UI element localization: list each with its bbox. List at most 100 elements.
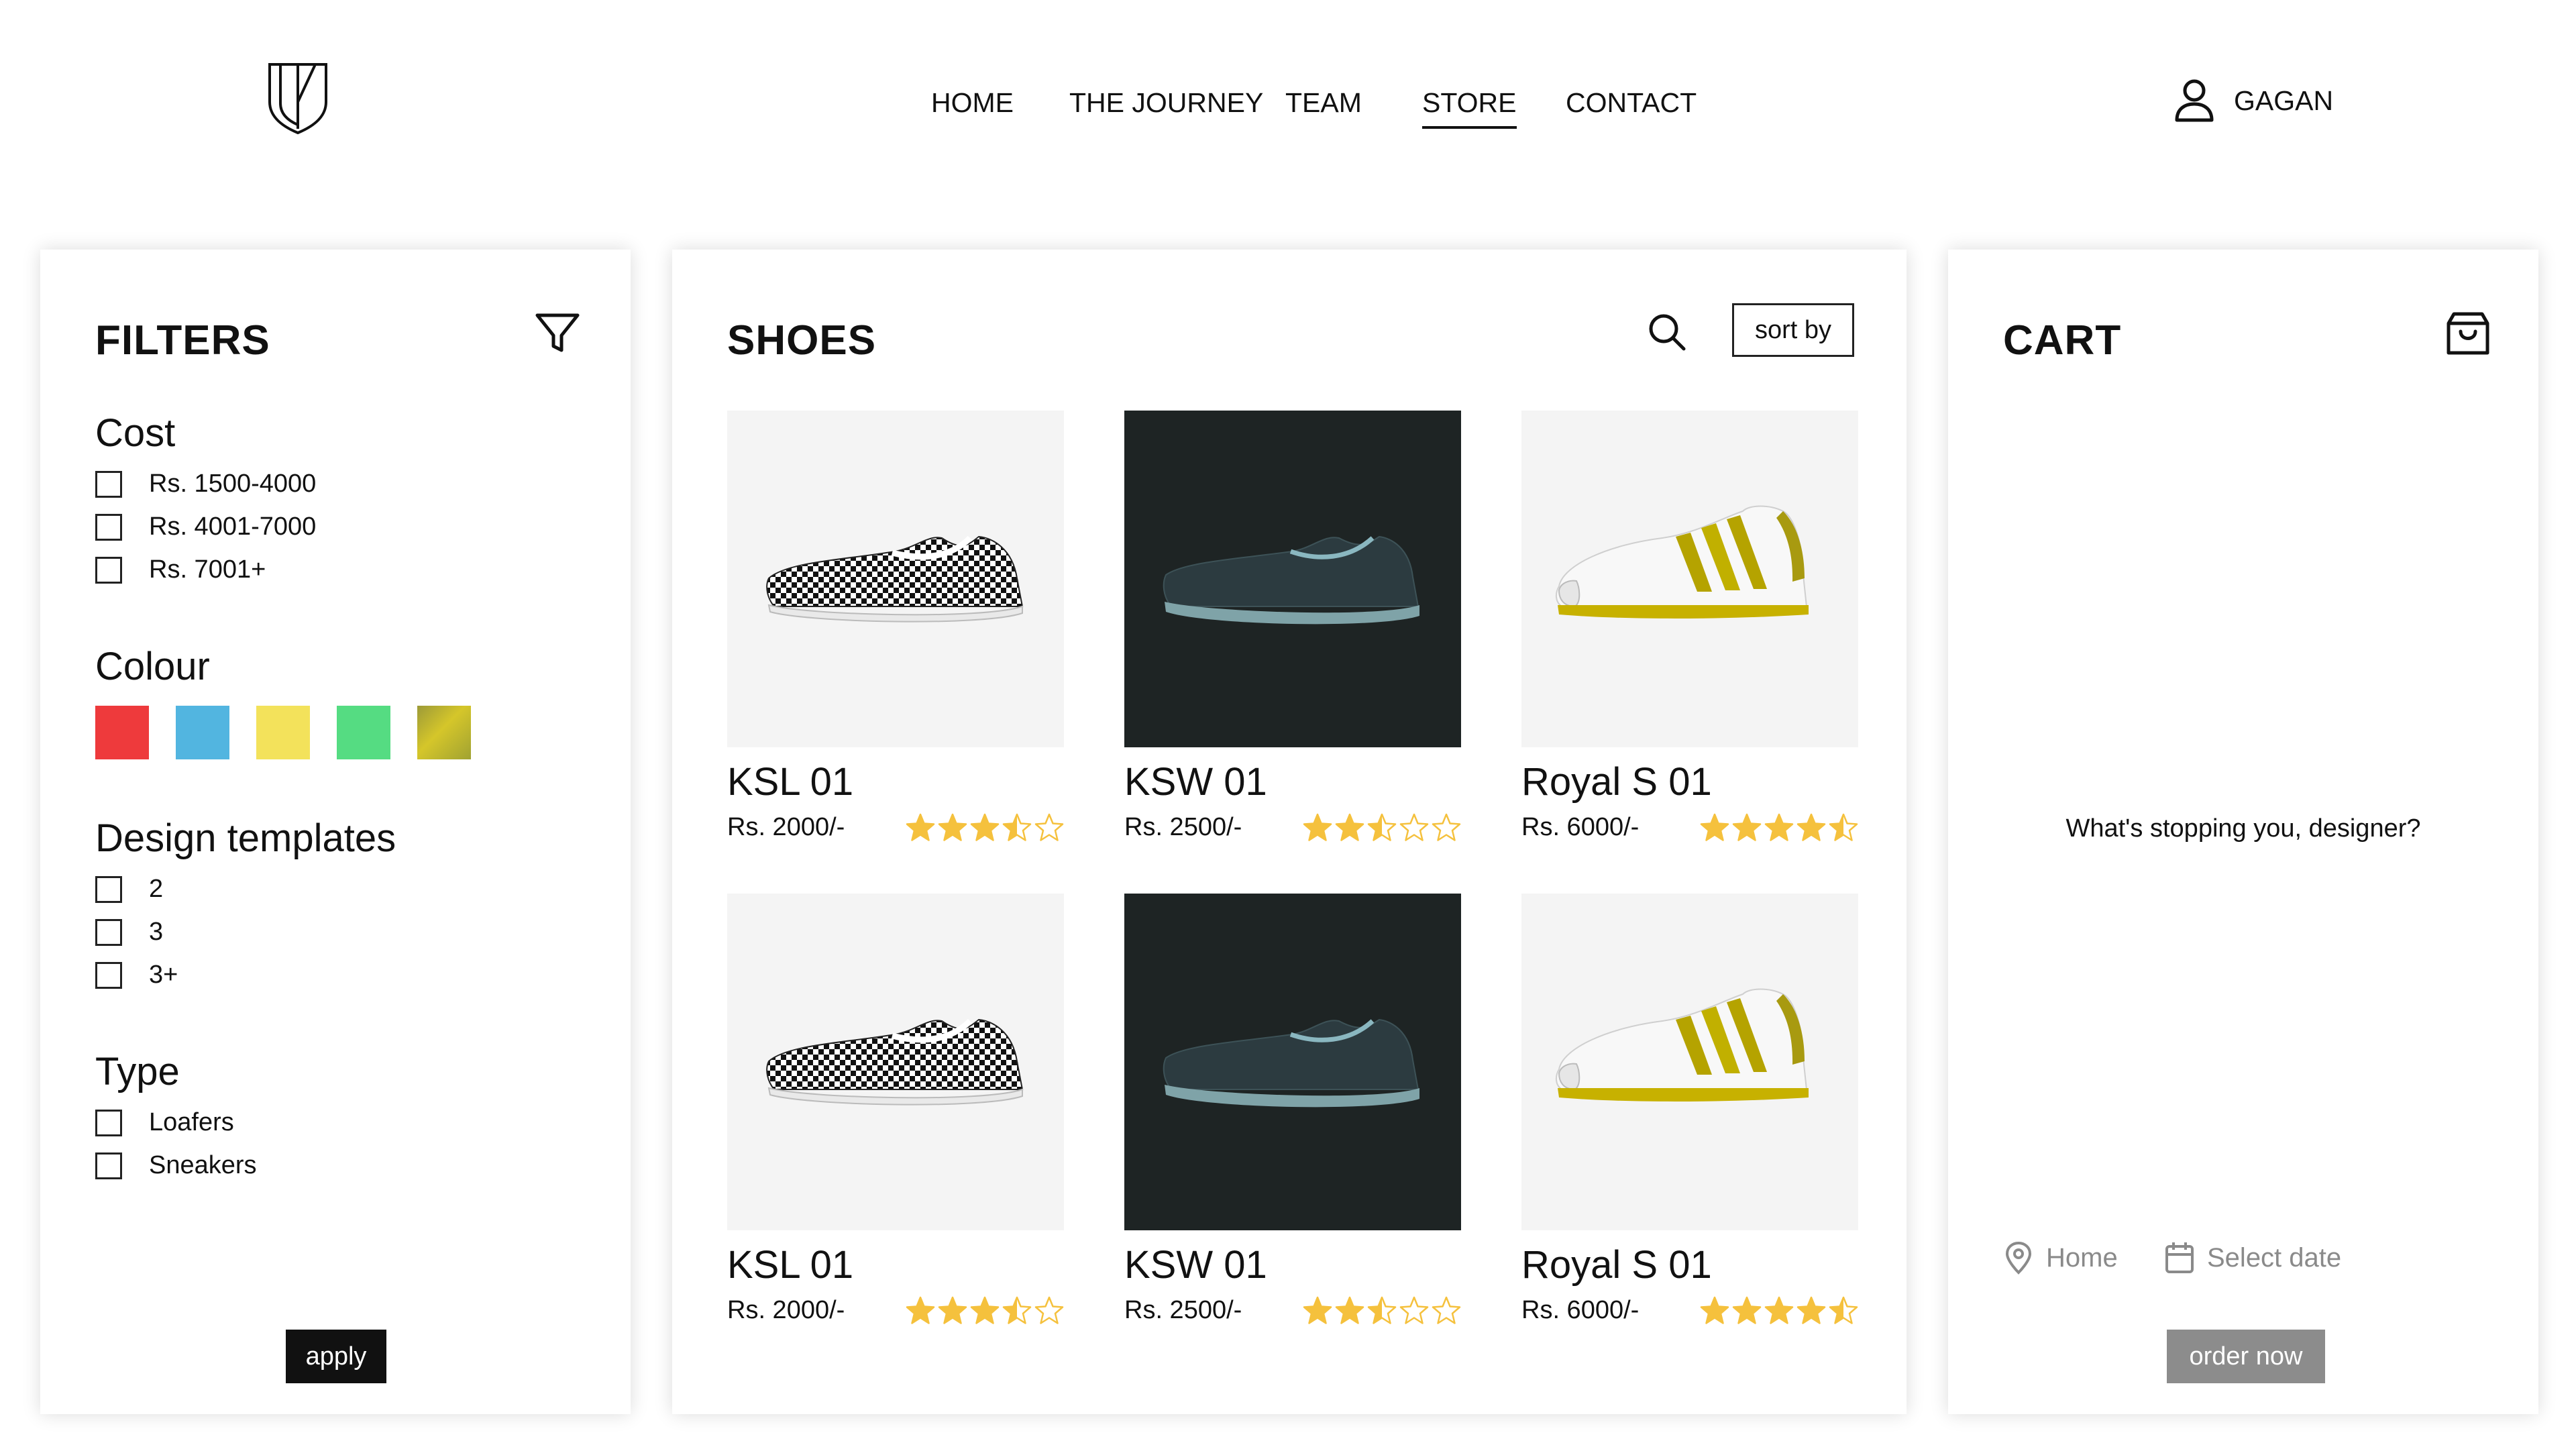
star-filled-icon	[1700, 813, 1729, 843]
type-option-sneakers[interactable]: Sneakers	[95, 1151, 257, 1180]
filters-title: FILTERS	[95, 317, 270, 364]
option-label: Rs. 7001+	[149, 555, 266, 584]
location-pin-icon	[2005, 1241, 2032, 1275]
template-option-3-plus[interactable]: 3+	[95, 961, 178, 989]
product-image[interactable]	[727, 411, 1064, 747]
swatch-green[interactable]	[337, 706, 390, 759]
star-filled-icon	[1303, 1296, 1332, 1326]
apply-button[interactable]: apply	[286, 1330, 386, 1383]
product-rating	[1303, 1296, 1461, 1326]
delivery-location[interactable]: Home	[2003, 1241, 2118, 1275]
colour-section-title: Colour	[95, 645, 210, 688]
delivery-date-picker[interactable]: Select date	[2164, 1241, 2341, 1275]
product-price: Rs. 2500/-	[1124, 813, 1242, 841]
checkbox[interactable]	[95, 918, 122, 946]
product-name: KSW 01	[1124, 1243, 1267, 1287]
cost-option-2[interactable]: Rs. 4001-7000	[95, 513, 316, 541]
product-price: Rs. 6000/-	[1521, 813, 1640, 841]
star-filled-icon	[1335, 813, 1364, 843]
option-label: 3	[149, 918, 164, 946]
star-half-icon	[1829, 813, 1858, 843]
user-name: GAGAN	[2234, 85, 2334, 116]
option-label: Sneakers	[149, 1151, 257, 1179]
checkbox[interactable]	[95, 1152, 122, 1179]
checkbox[interactable]	[95, 470, 122, 498]
swatch-yellow[interactable]	[256, 706, 310, 759]
star-empty-icon	[1432, 1296, 1461, 1326]
order-now-button[interactable]: order now	[2167, 1330, 2325, 1383]
nav-the-journey[interactable]: THE JOURNEY	[1069, 86, 1263, 119]
star-filled-icon	[938, 813, 967, 843]
product-card[interactable]: KSL 01 Rs. 2000/-	[727, 411, 1064, 841]
search-icon[interactable]	[1645, 310, 1689, 354]
product-card[interactable]: KSW 01 Rs. 2500/-	[1124, 894, 1461, 1324]
design-templates-section-title: Design templates	[95, 816, 396, 860]
option-label: 3+	[149, 961, 178, 989]
star-half-icon	[1367, 1296, 1397, 1326]
star-empty-icon	[1399, 813, 1429, 843]
option-label: Rs. 4001-7000	[149, 513, 317, 541]
product-card[interactable]: KSL 01 Rs. 2000/-	[727, 894, 1064, 1324]
product-image[interactable]	[1521, 411, 1858, 747]
star-half-icon	[1002, 813, 1032, 843]
filters-panel: FILTERS Cost Rs. 1500-4000 Rs. 4001-7000…	[40, 250, 631, 1414]
cart-title: CART	[2003, 317, 2122, 364]
nav-home[interactable]: HOME	[931, 86, 1014, 119]
product-image[interactable]	[1521, 894, 1858, 1230]
checkbox[interactable]	[95, 875, 122, 903]
product-name: KSL 01	[727, 1243, 854, 1287]
star-filled-icon	[938, 1296, 967, 1326]
sort-by-button[interactable]: sort by	[1732, 303, 1854, 357]
nav-team[interactable]: TEAM	[1285, 86, 1362, 119]
star-filled-icon	[1700, 1296, 1729, 1326]
star-empty-icon	[1034, 1296, 1064, 1326]
cost-option-1[interactable]: Rs. 1500-4000	[95, 470, 316, 498]
star-filled-icon	[1303, 813, 1332, 843]
star-empty-icon	[1399, 1296, 1429, 1326]
star-filled-icon	[1732, 813, 1762, 843]
template-option-2[interactable]: 2	[95, 875, 163, 904]
checkbox[interactable]	[95, 1109, 122, 1136]
nav-contact[interactable]: CONTACT	[1566, 86, 1697, 119]
template-option-3[interactable]: 3	[95, 918, 163, 947]
swatch-olive-gradient[interactable]	[417, 706, 471, 759]
option-label: 2	[149, 875, 164, 903]
checkbox[interactable]	[95, 513, 122, 541]
cost-option-3[interactable]: Rs. 7001+	[95, 555, 266, 584]
swatch-blue[interactable]	[176, 706, 229, 759]
star-filled-icon	[1764, 813, 1794, 843]
product-name: Royal S 01	[1521, 1243, 1712, 1287]
star-filled-icon	[1335, 1296, 1364, 1326]
product-card[interactable]: KSW 01 Rs. 2500/-	[1124, 411, 1461, 841]
type-section-title: Type	[95, 1050, 180, 1093]
filter-icon[interactable]	[534, 310, 581, 357]
star-empty-icon	[1034, 813, 1064, 843]
product-rating	[906, 813, 1064, 843]
option-label: Loafers	[149, 1108, 234, 1136]
product-name: KSL 01	[727, 760, 854, 804]
cost-section-title: Cost	[95, 411, 176, 455]
product-price: Rs. 2000/-	[727, 1296, 845, 1324]
checkbox[interactable]	[95, 556, 122, 584]
product-image[interactable]	[727, 894, 1064, 1230]
type-option-loafers[interactable]: Loafers	[95, 1108, 234, 1137]
product-name: KSW 01	[1124, 760, 1267, 804]
star-empty-icon	[1432, 813, 1461, 843]
nav-store[interactable]: STORE	[1422, 86, 1517, 129]
product-image[interactable]	[1124, 894, 1461, 1230]
product-card[interactable]: Royal S 01 Rs. 6000/-	[1521, 894, 1858, 1324]
cart-panel: CART What's stopping you, designer? Home…	[1948, 250, 2538, 1414]
product-rating	[1700, 1296, 1858, 1326]
shoes-title: SHOES	[727, 317, 877, 364]
swatch-red[interactable]	[95, 706, 149, 759]
shopping-bag-icon[interactable]	[2445, 309, 2491, 358]
product-card[interactable]: Royal S 01 Rs. 6000/-	[1521, 411, 1858, 841]
checkbox[interactable]	[95, 961, 122, 989]
calendar-icon	[2165, 1242, 2194, 1273]
product-image[interactable]	[1124, 411, 1461, 747]
star-filled-icon	[970, 813, 1000, 843]
star-half-icon	[1829, 1296, 1858, 1326]
user-account[interactable]: GAGAN	[2174, 74, 2333, 127]
product-price: Rs. 2000/-	[727, 813, 845, 841]
user-icon	[2175, 79, 2214, 122]
